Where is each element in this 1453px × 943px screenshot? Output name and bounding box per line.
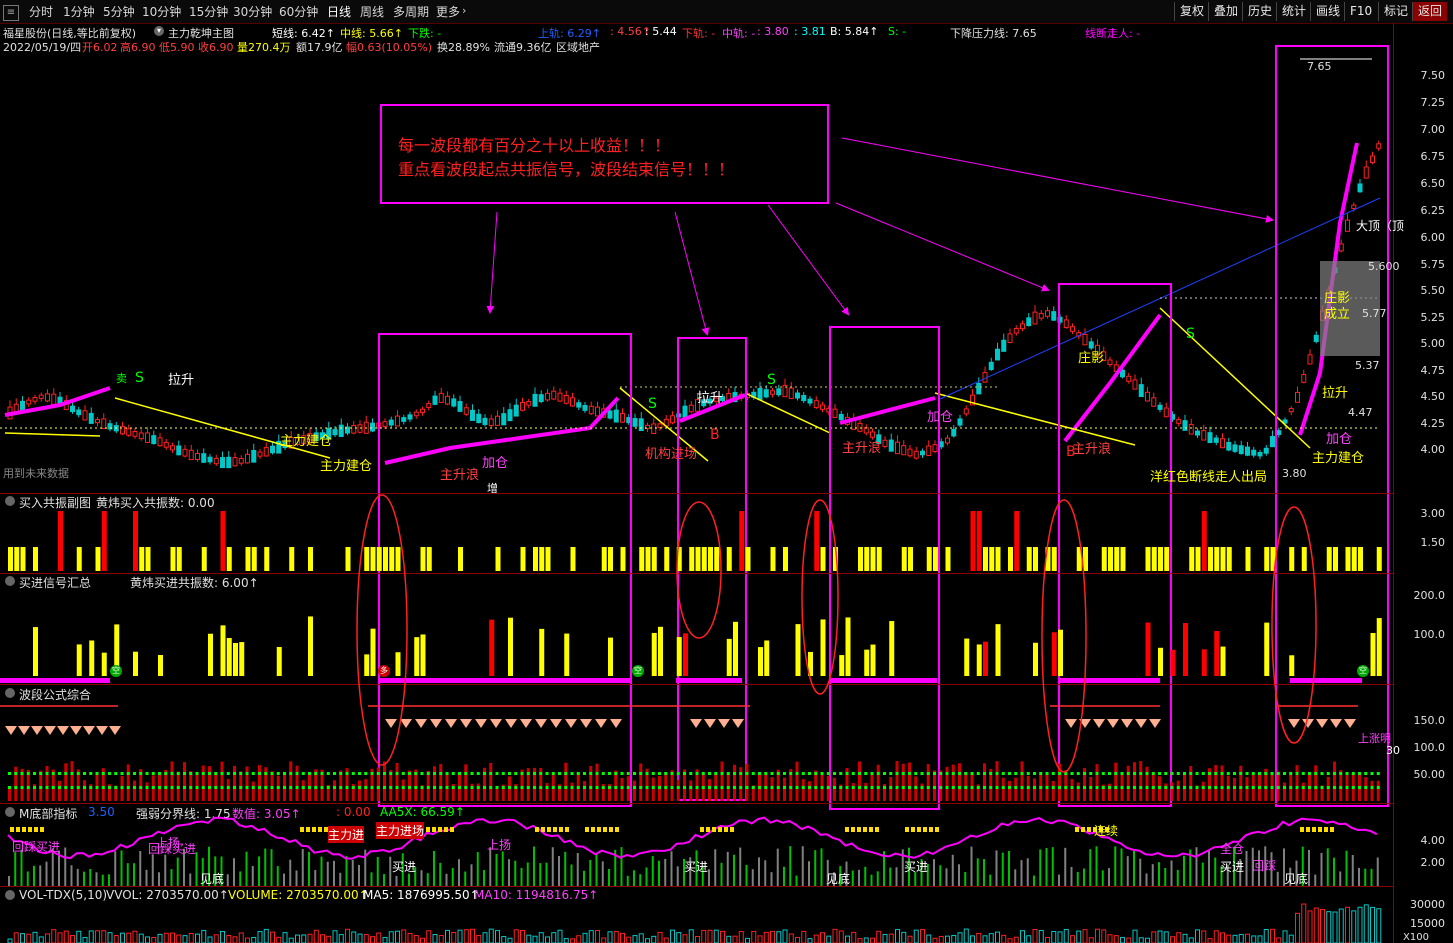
- zhushenglang-label-3: 主升浪: [1072, 442, 1112, 457]
- buy-b-label-2: B: [1066, 444, 1076, 460]
- tick-700: 7.00: [1420, 123, 1446, 136]
- lasheng-label-3: 拉升: [1322, 386, 1349, 401]
- tick-725: 7.25: [1420, 96, 1446, 109]
- back-button[interactable]: 返回: [1412, 2, 1448, 21]
- panel1-tick-300: 3.00: [1420, 507, 1446, 520]
- tick-525: 5.25: [1420, 311, 1446, 324]
- panel4-label-9: 见底: [826, 872, 851, 886]
- tick-400: 4.00: [1420, 443, 1446, 456]
- tick-425: 4.25: [1420, 417, 1446, 430]
- zhushenglang-label-2: 主升浪: [842, 441, 882, 456]
- tick-750: 7.50: [1420, 69, 1446, 82]
- sell-s-label-4: S: [1186, 326, 1195, 342]
- sell-s-label-1: S: [135, 370, 144, 386]
- panel3-tick-150: 150.0: [1413, 714, 1446, 727]
- axis-divider: [1393, 23, 1394, 943]
- tick-475: 4.75: [1420, 364, 1446, 377]
- panel1-tick-150: 1.50: [1420, 536, 1446, 549]
- panel2-tick-100: 100.0: [1413, 628, 1446, 641]
- lasheng-label-2: 拉升: [697, 391, 724, 406]
- price-447-label: 4.47: [1348, 406, 1373, 419]
- zhuangying-label-2: 庄影: [1078, 351, 1105, 366]
- panel3-tick-50: 50.00: [1413, 768, 1446, 781]
- lasheng-label-1: 拉升: [168, 373, 195, 388]
- jigou-jinchang-label: 机构进场: [645, 447, 698, 462]
- panel4-label-5: 见底: [200, 872, 225, 886]
- panel4-label-0: 主力进: [328, 826, 365, 843]
- panel5-tick-30000: 30000: [1410, 898, 1445, 911]
- panel5-tick-15000: 15000: [1410, 917, 1445, 930]
- sell-s-label-3: S: [767, 372, 776, 388]
- panel4-label-2: 回踩买进: [12, 840, 61, 854]
- panel-divider-4: [0, 803, 1393, 804]
- top-signal-label: 大顶（顶: [1356, 219, 1405, 233]
- panel2-tick-200: 200.0: [1413, 589, 1446, 602]
- panel4-label-12: 回踩: [1252, 859, 1277, 873]
- panel4-label-11: 全仓: [1220, 842, 1245, 856]
- price-537-label: 5.37: [1355, 359, 1380, 372]
- panel4-tick-200: 2.00: [1420, 856, 1446, 869]
- panel4-label-8: 买进: [684, 860, 709, 874]
- signal-ellipses: [356, 494, 1317, 773]
- price-5600-label: 5.600: [1368, 260, 1400, 273]
- panel4-label-1: 主力进场: [376, 822, 425, 839]
- tick-675: 6.75: [1420, 150, 1446, 163]
- chengli-label: 成立: [1324, 307, 1351, 322]
- tick-450: 4.50: [1420, 390, 1446, 403]
- panel5-unit: X100: [1403, 932, 1429, 943]
- price-577-label: 5.77: [1362, 307, 1387, 320]
- panel4-label-14: 见底: [1284, 872, 1309, 886]
- high-price-label: 7.65: [1307, 60, 1332, 73]
- panel4-label-13: 连续: [1094, 824, 1119, 838]
- tick-600: 6.00: [1420, 231, 1446, 244]
- panel3-tick-100: 100.0: [1413, 741, 1446, 754]
- tick-575: 5.75: [1420, 258, 1446, 271]
- jiacang-label-1: 加仓: [482, 456, 509, 471]
- sell-s-label-2: S: [648, 396, 657, 412]
- tick-625: 6.25: [1420, 204, 1446, 217]
- tick-650: 6.50: [1420, 177, 1446, 190]
- panel4-label-6: 买进: [392, 860, 417, 874]
- panel4-label-15: 买进: [1220, 860, 1245, 874]
- tick-550: 5.50: [1420, 284, 1446, 297]
- panel5-bars: [7, 903, 1382, 943]
- panel4-label-4: 回踩买进: [148, 842, 197, 856]
- sell-mai-label: 卖: [116, 372, 127, 385]
- annotation-arrows: [486, 137, 1274, 336]
- jiacang-label-3: 加仓: [1326, 432, 1353, 447]
- panel4-label-10: 买进: [904, 860, 929, 874]
- zhuli-jiancang-3: 主力建仓: [1312, 451, 1365, 466]
- panel4-tick-400: 4.00: [1420, 834, 1446, 847]
- tick-500: 5.00: [1420, 337, 1446, 350]
- panel4-label-7: 上扬: [487, 838, 512, 852]
- jiacang-label-2: 加仓: [927, 410, 954, 425]
- buy-b-label-1: B: [710, 427, 720, 443]
- zhuli-jiancang-1: 主力建仓: [280, 434, 333, 449]
